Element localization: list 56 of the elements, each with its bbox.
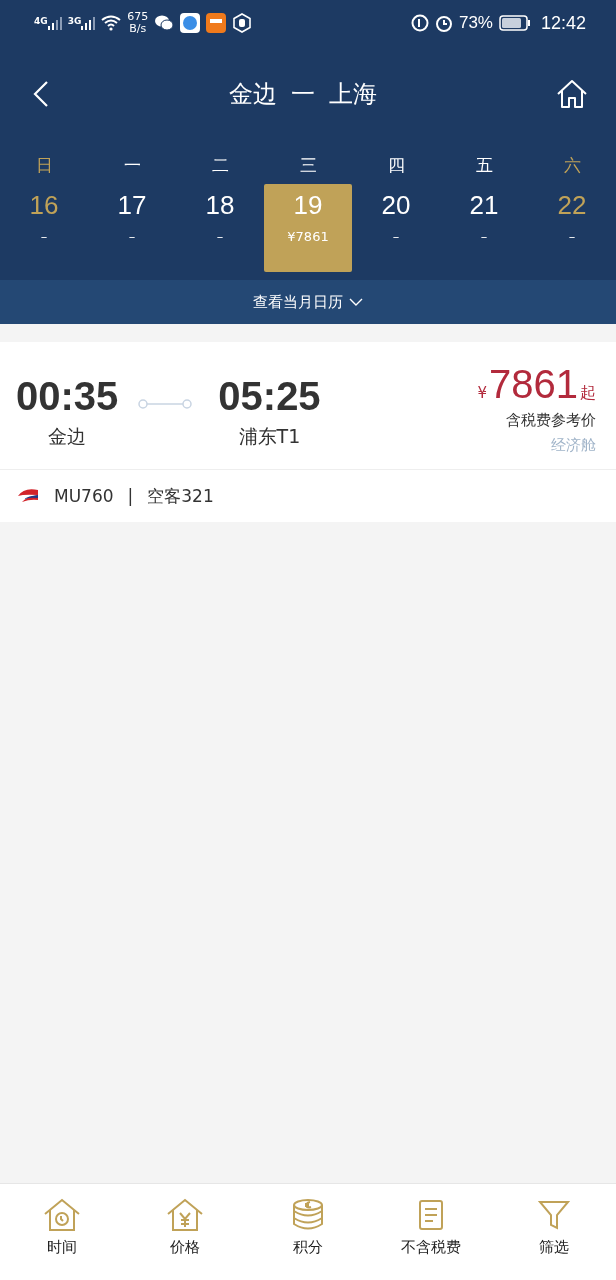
- app-icon: [180, 13, 201, 33]
- flight-card[interactable]: 00:35 金边 05:25 浦东T1 ¥7861 起 含税费参考价 经济舱 MU760 | 空客321: [0, 342, 616, 522]
- toolbar-tab[interactable]: 不含税费: [369, 1184, 493, 1280]
- date-tab[interactable]: 21 –: [440, 184, 528, 272]
- battery-percent: 73%: [458, 13, 493, 33]
- weekday-label: 三: [299, 154, 317, 177]
- network-label: 4G: [34, 16, 48, 26]
- departure-time: 00:35: [16, 373, 119, 420]
- clock-time: 12:42: [540, 12, 586, 34]
- route-separator: 一: [291, 79, 315, 110]
- aircraft-type: 空客321: [147, 484, 214, 508]
- date-tab[interactable]: 20 –: [352, 184, 440, 272]
- weekday-label: 五: [475, 154, 493, 177]
- date-tab[interactable]: 22 –: [528, 184, 616, 272]
- price-suffix: 起: [580, 383, 596, 404]
- funnel-icon: [537, 1198, 572, 1232]
- toolbar-tab[interactable]: 筛选: [492, 1184, 616, 1280]
- weekday-label: 一: [123, 154, 141, 177]
- signal-icon: [47, 16, 62, 30]
- house-clock-icon: [42, 1198, 81, 1232]
- arrival-time: 05:25: [218, 373, 321, 420]
- toolbar-tab[interactable]: 时间: [0, 1184, 124, 1280]
- speed-value: 675: [127, 11, 149, 23]
- origin-city: 金边: [229, 79, 277, 110]
- price-note: 含税费参考价: [506, 411, 596, 430]
- network-label: 3G: [67, 16, 82, 26]
- weekday-label: 日: [35, 154, 53, 177]
- house-yen-icon: [165, 1198, 204, 1232]
- month-calendar-link[interactable]: 查看当月日历: [0, 280, 616, 324]
- chevron-down-icon: [349, 297, 363, 307]
- date-tab[interactable]: 17 –: [88, 184, 176, 272]
- arrival-airport: 浦东T1: [238, 424, 301, 449]
- weekday-label: 四: [387, 154, 405, 177]
- flight-number: MU760: [54, 486, 114, 506]
- alarm-icon: [434, 14, 453, 32]
- chat-icon: [154, 14, 175, 32]
- departure-airport: 金边: [48, 424, 87, 449]
- battery-icon: [498, 15, 531, 31]
- currency-symbol: ¥: [477, 384, 487, 402]
- airline-logo-icon: [16, 487, 40, 505]
- app-icon: [206, 13, 227, 33]
- wifi-icon: [101, 15, 122, 31]
- cabin-class: 经济舱: [551, 436, 596, 455]
- route-line-icon: [138, 398, 193, 410]
- toolbar-tab[interactable]: 价格: [123, 1184, 247, 1280]
- signal-icon: [81, 16, 96, 30]
- price-value: 7861: [489, 362, 578, 407]
- info-separator: |: [127, 486, 134, 506]
- coins-icon: [291, 1198, 325, 1232]
- weekday-label: 六: [563, 154, 581, 177]
- date-tab[interactable]: 16 –: [0, 184, 88, 272]
- destination-city: 上海: [329, 79, 377, 110]
- toolbar-tab[interactable]: 积分: [246, 1184, 370, 1280]
- weekday-label: 二: [211, 154, 229, 177]
- speed-unit: B/s: [129, 23, 147, 35]
- date-tab[interactable]: 18 –: [176, 184, 264, 272]
